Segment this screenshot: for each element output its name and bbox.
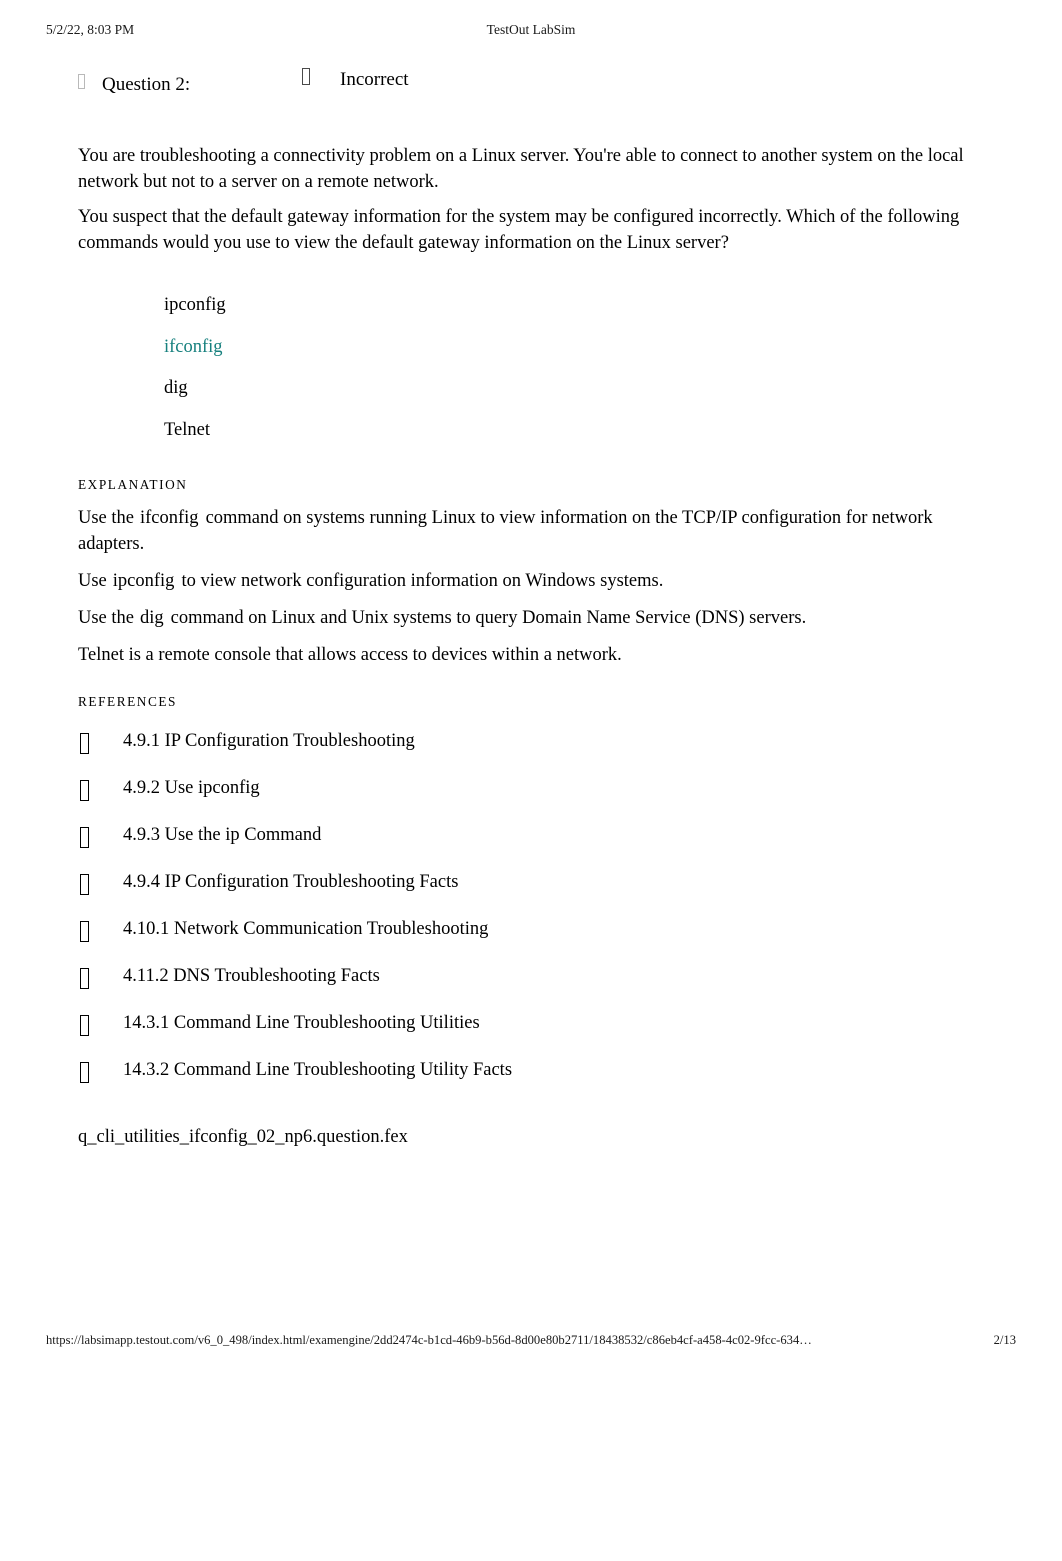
reference-item[interactable]: 4.10.1 Network Communication Troubleshoo… xyxy=(78,910,990,957)
explanation-paragraph: Use the dig command on Linux and Unix syst… xyxy=(78,605,990,631)
question-paragraph: You suspect that the default gateway inf… xyxy=(78,207,960,253)
answer-option[interactable]: Telnet xyxy=(164,410,990,452)
source-filename: q_cli_utilities_ifconfig_02_np6.question… xyxy=(78,1127,408,1147)
reference-bullet-tofu-icon xyxy=(80,733,89,755)
explanation-command: ipconfig xyxy=(112,571,175,591)
question-status-line: Question 2: Incorrect xyxy=(78,62,990,96)
reference-bullet-tofu-icon xyxy=(80,780,89,802)
explanation-text-after: command on systems running Linux to view… xyxy=(78,508,933,554)
explanation-text-after: to view network configuration informatio… xyxy=(181,571,664,591)
reference-item[interactable]: 4.9.2 Use ipconfig xyxy=(78,769,990,816)
header-app-title: TestOut LabSim xyxy=(486,22,576,37)
reference-label: 14.3.1 Command Line Troubleshooting Util… xyxy=(123,1013,480,1033)
answer-options-list: ipconfig ifconfig dig Telnet xyxy=(164,285,990,451)
reference-bullet-tofu-icon xyxy=(80,1015,89,1037)
explanation-command: dig xyxy=(140,608,164,628)
reference-item[interactable]: 14.3.1 Command Line Troubleshooting Util… xyxy=(78,1004,990,1051)
page-footer: https://labsimapp.testout.com/v6_0_498/i… xyxy=(0,1333,1062,1351)
reference-item[interactable]: 4.9.1 IP Configuration Troubleshooting xyxy=(78,722,990,769)
reference-bullet-tofu-icon xyxy=(80,921,89,943)
reference-label: 4.11.2 DNS Troubleshooting Facts xyxy=(123,966,380,986)
explanation-text-after: command on Linux and Unix systems to que… xyxy=(170,608,807,628)
explanation-paragraph: Telnet is a remote console that allows a… xyxy=(78,645,622,665)
footer-page-number: 2/13 xyxy=(993,1333,1016,1347)
reference-bullet-tofu-icon xyxy=(80,1062,89,1084)
references-list: 4.9.1 IP Configuration Troubleshooting 4… xyxy=(78,722,990,1098)
reference-item[interactable]: 4.9.4 IP Configuration Troubleshooting F… xyxy=(78,863,990,910)
explanation-heading: EXPLANATION xyxy=(78,477,188,492)
reference-bullet-tofu-icon xyxy=(80,827,89,849)
explanation-body: Use the ifconfig command on systems runnin… xyxy=(78,505,990,668)
explanation-text-before: Use the xyxy=(78,608,134,628)
answer-option[interactable]: dig xyxy=(164,368,990,410)
explanation-text-before: Use xyxy=(78,571,107,591)
question-result-status: Incorrect xyxy=(340,69,409,90)
explanation-paragraph: Use the ifconfig command on systems runnin… xyxy=(78,505,990,557)
reference-label: 4.10.1 Network Communication Troubleshoo… xyxy=(123,919,489,939)
reference-label: 4.9.4 IP Configuration Troubleshooting F… xyxy=(123,872,459,892)
footer-url: https://labsimapp.testout.com/v6_0_498/i… xyxy=(46,1333,812,1347)
question-stem: You are troubleshooting a connectivity p… xyxy=(78,143,990,256)
explanation-paragraph: Use ipconfig to view network configuration… xyxy=(78,568,990,594)
reference-bullet-tofu-icon xyxy=(80,874,89,896)
question-marker-tofu-icon xyxy=(78,70,85,92)
question-content: Question 2: Incorrect You are troublesho… xyxy=(78,62,990,1150)
reference-item[interactable]: 4.11.2 DNS Troubleshooting Facts xyxy=(78,957,990,1004)
answer-option[interactable]: ipconfig xyxy=(164,285,990,327)
explanation-text-before: Use the xyxy=(78,508,134,528)
reference-bullet-tofu-icon xyxy=(80,968,89,990)
reference-label: 4.9.2 Use ipconfig xyxy=(123,778,260,798)
reference-item[interactable]: 4.9.3 Use the ip Command xyxy=(78,816,990,863)
page-header: 5/2/22, 8:03 PM TestOut LabSim xyxy=(0,22,1062,42)
reference-label: 14.3.2 Command Line Troubleshooting Util… xyxy=(123,1060,513,1080)
reference-label: 4.9.1 IP Configuration Troubleshooting xyxy=(123,731,415,751)
question-number-label: Question 2: xyxy=(102,74,191,95)
references-heading: REFERENCES xyxy=(78,694,177,709)
reference-label: 4.9.3 Use the ip Command xyxy=(123,825,322,845)
answer-option-correct[interactable]: ifconfig xyxy=(164,327,990,369)
result-marker-tofu-icon xyxy=(302,65,310,87)
question-paragraph: You are troubleshooting a connectivity p… xyxy=(78,146,964,192)
explanation-command: ifconfig xyxy=(140,508,199,528)
reference-item[interactable]: 14.3.2 Command Line Troubleshooting Util… xyxy=(78,1051,990,1098)
